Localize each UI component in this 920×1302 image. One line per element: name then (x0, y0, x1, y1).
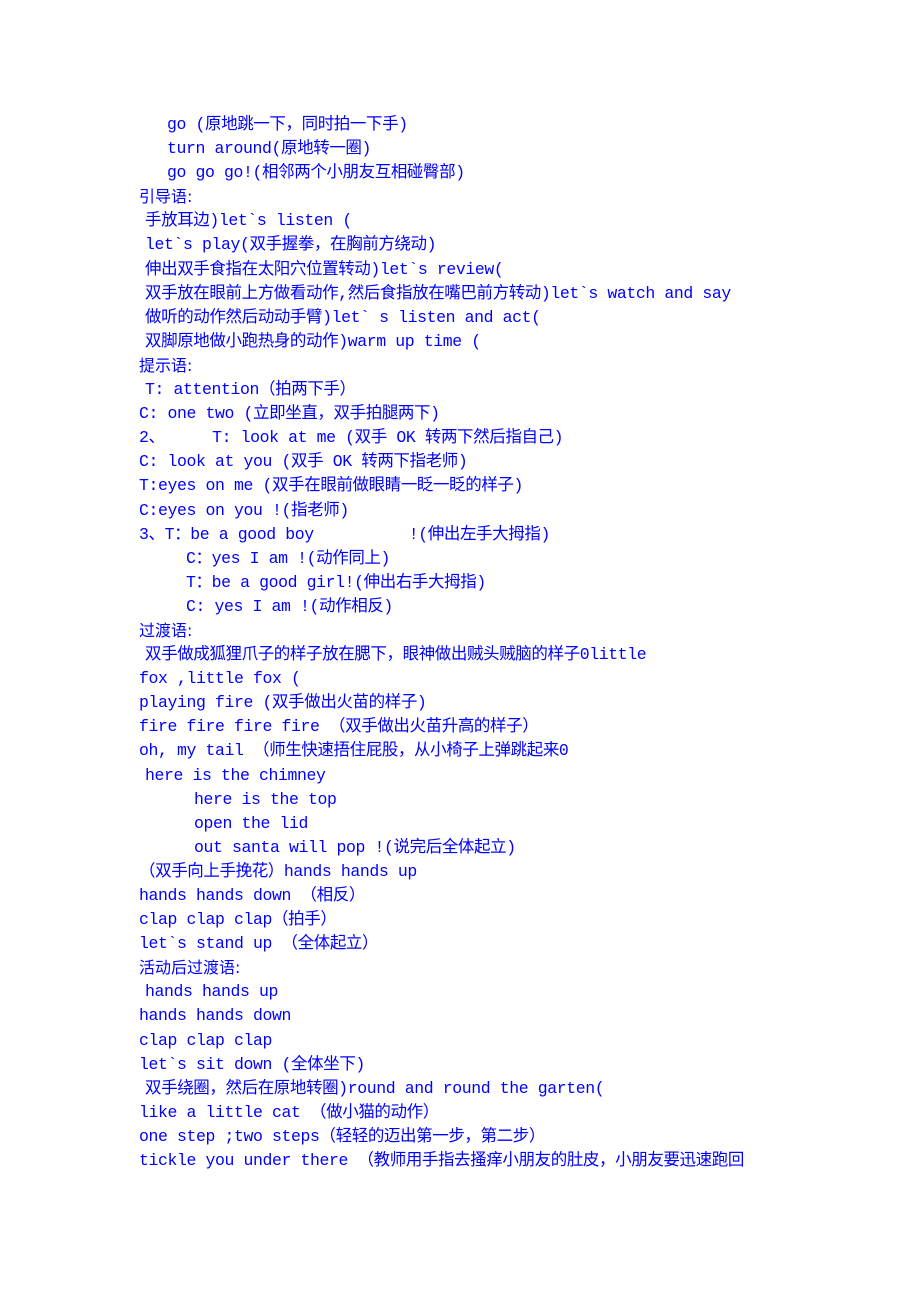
text-line: open the lid (194, 813, 309, 833)
text-line: let`s sit down (全体坐下) (139, 1054, 365, 1074)
section-heading: 引导语: (139, 187, 193, 207)
text-line: C: yes I am !(动作相反) (186, 596, 393, 616)
text-line: T: attention（拍两下手） (145, 380, 356, 400)
text-line: 双手绕圈，然后在原地转圈)round and round the garten( (145, 1078, 605, 1098)
text-line: clap clap clap（拍手） (139, 910, 337, 930)
text-line: C: one two (立即坐直，双手拍腿两下) (139, 404, 440, 424)
text-line: turn around(原地转一圈) (167, 139, 372, 159)
text-line: C: look at you (双手 OK 转两下指老师) (139, 452, 468, 472)
text-line: here is the top (194, 789, 337, 809)
text-line: hands hands down (139, 1006, 292, 1026)
text-line: 双脚原地做小跑热身的动作)warm up time ( (145, 331, 481, 351)
text-line: hands hands up (145, 982, 279, 1002)
text-line: C:eyes on you !(指老师) (139, 500, 349, 520)
document-page: go (原地跳一下，同时拍一下手) turn around(原地转一圈) go go… (139, 113, 788, 1173)
text-line: 做听的动作然后动动手臂)let` s listen and act( (145, 307, 541, 327)
text-line: tickle you under there （教师用手指去搔痒小朋友的肚皮，小… (139, 1151, 744, 1171)
text-line: like a little cat （做小猫的动作） (139, 1102, 439, 1122)
text-line: let`s stand up （全体起立） (139, 934, 379, 954)
text-line: 2、 T: look at me (双手 OK 转两下然后指自己) (139, 428, 564, 448)
text-line: oh, my tail （师生快速捂住屁股，从小椅子上弹跳起来0 (139, 741, 569, 761)
text-line: clap clap clap (139, 1030, 273, 1050)
text-line: T：be a good girl!(伸出右手大拇指) (186, 572, 486, 592)
text-line: fox ,little fox ( (139, 669, 301, 689)
text-line: C：yes I am !(动作同上) (186, 548, 391, 568)
text-line: （双手向上手挽花）hands hands up (139, 861, 417, 881)
text-line: 手放耳边)let`s listen ( (145, 211, 352, 231)
section-heading: 过渡语: (139, 620, 193, 640)
text-line: 3、T：be a good boy !(伸出左手大拇指) (139, 524, 550, 544)
section-heading: 活动后过渡语: (139, 958, 241, 978)
text-line: 双手放在眼前上方做看动作,然后食指放在嘴巴前方转动)let`s watch an… (145, 283, 731, 303)
text-line: here is the chimney (145, 765, 326, 785)
section-heading: 提示语: (139, 355, 193, 375)
text-line: fire fire fire fire （双手做出火苗升高的样子） (139, 717, 539, 737)
text-line: 伸出双手食指在太阳穴位置转动)let`s review( (145, 259, 504, 279)
text-line: go (原地跳一下，同时拍一下手) (167, 115, 408, 134)
text-line: go go go!(相邻两个小朋友互相碰臀部) (167, 163, 465, 183)
text-line: hands hands down （相反） (139, 886, 365, 905)
text-line: let`s play(双手握拳，在胸前方绕动) (145, 235, 437, 255)
text-line: one step ;two steps（轻轻的迈出第一步，第二步） (139, 1126, 545, 1146)
text-line: out santa will pop !(说完后全体起立) (194, 837, 516, 857)
text-line: 双手做成狐狸爪子的样子放在腮下，眼神做出贼头贼脑的样子0little (145, 645, 647, 665)
text-line: playing fire (双手做出火苗的样子) (139, 693, 427, 713)
text-line: T:eyes on me (双手在眼前做眼睛一眨一眨的样子) (139, 476, 524, 496)
